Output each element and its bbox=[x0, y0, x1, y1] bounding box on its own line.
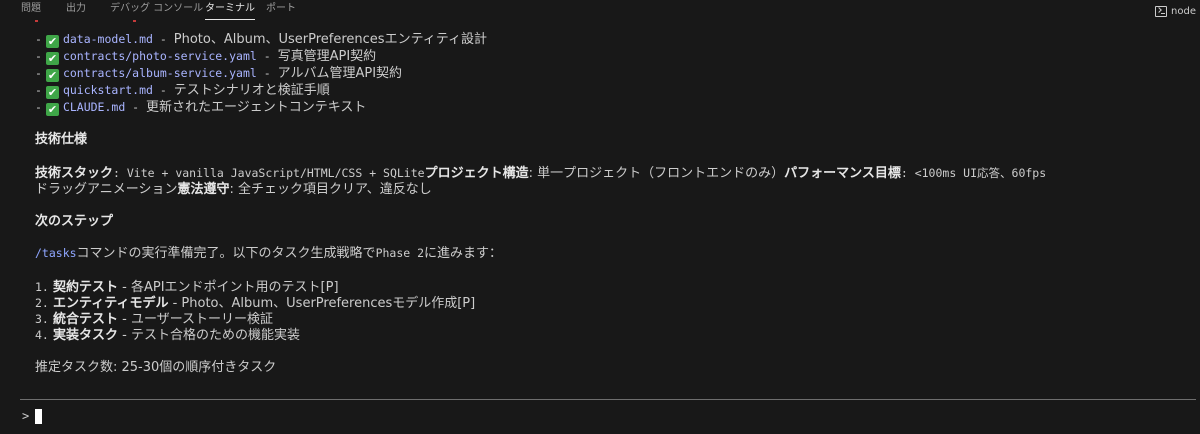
list-item: - ✔ contracts/album-service.yaml - アルバム管理A… bbox=[35, 66, 403, 82]
constitution-value: : 全チェック項目クリア、違反なし bbox=[229, 182, 432, 197]
tasks-command: /tasks bbox=[35, 246, 77, 260]
terminal-icon bbox=[1155, 5, 1168, 17]
check-icon: ✔ bbox=[45, 35, 59, 48]
file-description: テストシナリオと検証手順 bbox=[173, 83, 330, 98]
scroll-marker bbox=[35, 20, 38, 22]
file-name: contracts/photo-service.yaml bbox=[62, 49, 257, 63]
stack-label: 技術スタック bbox=[35, 166, 114, 181]
step-description: - ユーザーストーリー検証 bbox=[118, 312, 274, 327]
stack-value: : Vite + vanilla JavaScript/HTML/CSS + S… bbox=[113, 166, 425, 180]
scroll-marker bbox=[133, 20, 136, 22]
file-description: 更新されたエージェントコンテキスト bbox=[146, 100, 367, 115]
prompt-symbol: > bbox=[22, 409, 30, 423]
tech-spec-heading: 技術仕様 bbox=[35, 132, 88, 147]
step-item: 3. 統合テスト - ユーザーストーリー検証 bbox=[35, 311, 273, 328]
list-item: - ✔ contracts/photo-service.yaml - 写真管理API… bbox=[35, 49, 377, 65]
tab-debug-console[interactable]: デバッグ コンソール bbox=[110, 0, 203, 20]
step-title: 実装タスク bbox=[53, 328, 119, 343]
terminal-instance-tab[interactable]: node bbox=[1155, 3, 1196, 19]
file-name: CLAUDE.md bbox=[62, 100, 126, 114]
list-bullet: - bbox=[35, 49, 42, 63]
step-item: 2. エンティティモデル - Photo、Album、UserPreferenc… bbox=[35, 295, 475, 312]
step-description: - Photo、Album、UserPreferencesモデル作成[P] bbox=[168, 296, 476, 311]
tab-problems[interactable]: 問題 bbox=[21, 0, 41, 20]
structure-value: : 単一プロジェクト（フロントエンドのみ） bbox=[528, 166, 785, 181]
terminal-panel: 問題 出力 デバッグ コンソール ターミナル ポート node - ✔ data-m… bbox=[0, 0, 1200, 434]
list-bullet: - bbox=[35, 66, 42, 80]
next-steps-heading: 次のステップ bbox=[35, 214, 114, 229]
check-icon: ✔ bbox=[45, 86, 59, 99]
step-number: 4. bbox=[35, 328, 49, 342]
perf-label: パフォーマンス目標 bbox=[784, 166, 901, 181]
list-bullet: - bbox=[35, 83, 42, 97]
structure-label: プロジェクト構造 bbox=[424, 166, 529, 181]
tab-ports[interactable]: ポート bbox=[266, 0, 296, 20]
step-title: エンティティモデル bbox=[53, 296, 169, 311]
step-description: - 各APIエンドポイント用のテスト[P] bbox=[118, 280, 339, 295]
tab-output[interactable]: 出力 bbox=[66, 0, 86, 20]
step-number: 1. bbox=[35, 280, 49, 294]
file-description: Photo、Album、UserPreferencesエンティティ設計 bbox=[173, 32, 488, 47]
perf-value: : <100ms UI応答、60fps bbox=[900, 166, 1047, 180]
phase-label: Phase 2 bbox=[375, 246, 425, 260]
list-bullet: - bbox=[35, 32, 42, 46]
file-name: data-model.md bbox=[62, 32, 153, 46]
tab-terminal[interactable]: ターミナル bbox=[205, 0, 255, 20]
intro-text-end: に進みます： bbox=[424, 246, 503, 261]
tech-details-line: ドラッグアニメーション憲法遵守: 全チェック項目クリア、違反なし bbox=[35, 181, 432, 198]
file-name: contracts/album-service.yaml bbox=[62, 66, 257, 80]
perf-continuation: ドラッグアニメーション bbox=[35, 182, 178, 197]
step-item: 1. 契約テスト - 各APIエンドポイント用のテスト[P] bbox=[35, 279, 339, 296]
list-item: - ✔ data-model.md - Photo、Album、UserPrefer… bbox=[35, 32, 488, 48]
terminal-input-cursor[interactable] bbox=[35, 409, 42, 424]
check-icon: ✔ bbox=[45, 52, 59, 65]
file-description: 写真管理API契約 bbox=[277, 49, 377, 64]
input-divider bbox=[20, 399, 1196, 400]
check-icon: ✔ bbox=[45, 103, 59, 116]
step-item: 4. 実装タスク - テスト合格のための機能実装 bbox=[35, 327, 300, 344]
step-description: - テスト合格のための機能実装 bbox=[118, 328, 300, 343]
list-item: - ✔ CLAUDE.md - 更新されたエージェントコンテキスト bbox=[35, 100, 367, 116]
terminal-instance-label: node bbox=[1171, 5, 1196, 17]
check-icon: ✔ bbox=[45, 69, 59, 82]
intro-text: コマンドの実行準備完了。以下のタスク生成戦略で bbox=[76, 246, 376, 261]
next-intro: /tasksコマンドの実行準備完了。以下のタスク生成戦略でPhase 2に進みま… bbox=[35, 245, 502, 262]
step-title: 契約テスト bbox=[53, 280, 119, 295]
file-description: アルバム管理API契約 bbox=[277, 66, 403, 81]
panel-tab-bar: 問題 出力 デバッグ コンソール ターミナル ポート node bbox=[0, 0, 1200, 20]
step-number: 3. bbox=[35, 312, 49, 326]
step-number: 2. bbox=[35, 296, 49, 310]
task-estimate: 推定タスク数: 25-30個の順序付きタスク bbox=[35, 360, 277, 375]
tech-details-line: 技術スタック: Vite + vanilla JavaScript/HTML/C… bbox=[35, 165, 1046, 182]
constitution-label: 憲法遵守 bbox=[177, 182, 230, 197]
step-title: 統合テスト bbox=[53, 312, 119, 327]
list-item: - ✔ quickstart.md - テストシナリオと検証手順 bbox=[35, 83, 330, 99]
file-name: quickstart.md bbox=[62, 83, 153, 97]
list-bullet: - bbox=[35, 100, 42, 114]
